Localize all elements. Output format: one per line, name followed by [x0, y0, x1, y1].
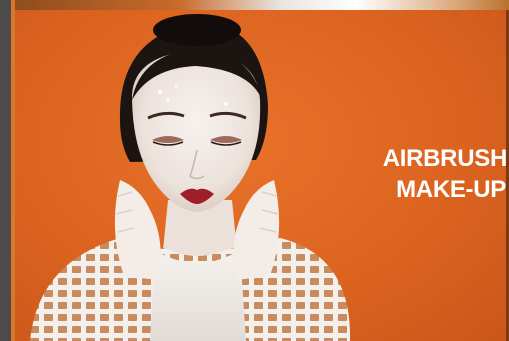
- headline-line-2: MAKE-UP: [396, 176, 506, 203]
- headline-line-1: AIRBRUSH: [382, 145, 508, 172]
- headline: AIRBRUSH MAKE-UP: [307, 143, 508, 205]
- magazine-spread: AIRBRUSH MAKE-UP: [0, 0, 509, 341]
